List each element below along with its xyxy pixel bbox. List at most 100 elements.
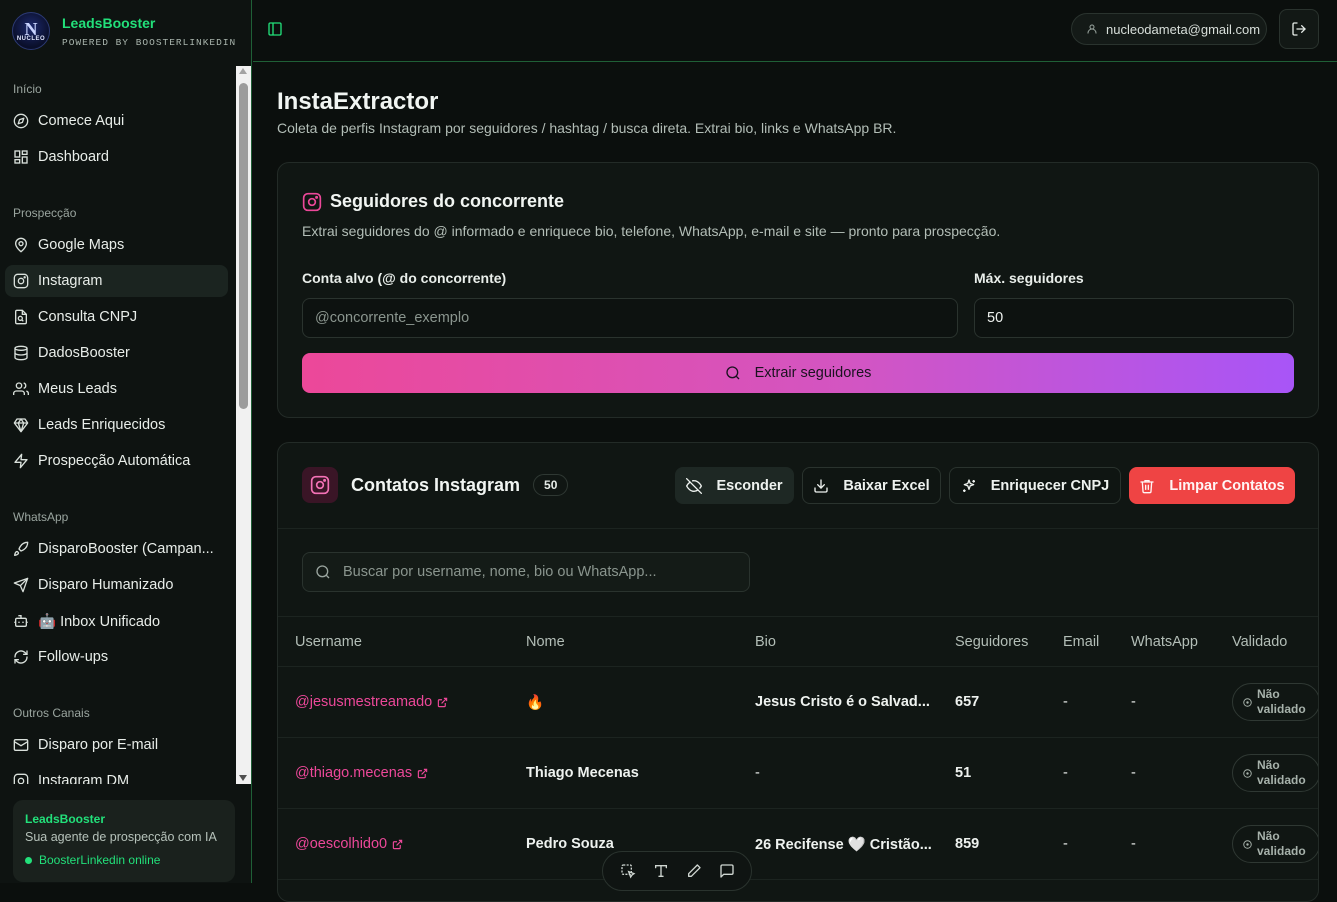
column-header-seguidores[interactable]: Seguidores <box>955 634 1028 650</box>
refresh-icon <box>13 649 29 665</box>
users-icon <box>13 381 29 397</box>
external-link-icon <box>417 768 428 779</box>
scroll-down-arrow[interactable] <box>239 775 247 781</box>
column-header-bio[interactable]: Bio <box>755 634 776 650</box>
external-link-icon <box>437 697 448 708</box>
external-link-icon <box>392 839 403 850</box>
search-icon <box>315 564 331 580</box>
instagram-icon <box>13 773 29 784</box>
circle-dot-icon <box>1243 839 1252 849</box>
sidebar-toggle-icon[interactable] <box>267 21 283 37</box>
sidebar-item-disparo-email[interactable]: Disparo por E-mail <box>5 729 228 761</box>
scroll-up-arrow[interactable] <box>239 68 247 74</box>
column-header-whatsapp[interactable]: WhatsApp <box>1131 634 1198 650</box>
extract-followers-button[interactable]: Extrair seguidores <box>302 353 1294 393</box>
clear-contacts-button[interactable]: Limpar Contatos <box>1129 467 1295 504</box>
gem-icon <box>13 417 29 433</box>
column-header-nome[interactable]: Nome <box>526 634 565 650</box>
eye-off-icon <box>686 477 703 494</box>
sidebar-nav: Início Comece Aqui Dashboard Prospecção … <box>0 66 236 784</box>
mail-icon <box>13 737 29 753</box>
username-link[interactable]: @jesusmestreamado <box>295 694 448 710</box>
enrich-cnpj-button[interactable]: Enriquecer CNPJ <box>949 467 1121 504</box>
sidebar-item-leads-enriquecidos[interactable]: Leads Enriquecidos <box>5 409 228 441</box>
username-link[interactable]: @thiago.mecenas <box>295 765 428 781</box>
cell-seguidores: 859 <box>955 836 980 852</box>
sidebar-item-instagram[interactable]: Instagram <box>5 265 228 297</box>
max-followers-input[interactable]: 50 <box>974 298 1294 338</box>
instagram-icon <box>302 192 322 212</box>
cell-email: - <box>1063 765 1068 781</box>
sidebar-item-dashboard[interactable]: Dashboard <box>5 141 228 173</box>
cell-nome: Thiago Mecenas <box>526 765 639 781</box>
sidebar-item-prospeccao-automatica[interactable]: Prospecção Automática <box>5 445 228 477</box>
brand[interactable]: N NUCLEO LeadsBooster POWERED BY BOOSTER… <box>12 12 236 50</box>
username-link[interactable]: @oescolhido0 <box>295 836 403 852</box>
sidebar-item-follow-ups[interactable]: Follow-ups <box>5 641 228 673</box>
contacts-search-input[interactable]: Buscar por username, nome, bio ou WhatsA… <box>302 552 750 592</box>
target-account-input[interactable]: @concorrente_exemplo <box>302 298 958 338</box>
sidebar-item-meus-leads[interactable]: Meus Leads <box>5 373 228 405</box>
sidebar: N NUCLEO LeadsBooster POWERED BY BOOSTER… <box>0 0 252 883</box>
sidebar-item-disparobooster[interactable]: DisparoBooster (Campan... <box>5 533 228 565</box>
user-email: nucleodameta@gmail.com <box>1106 21 1261 37</box>
cell-whatsapp: - <box>1131 694 1136 710</box>
cell-email: - <box>1063 694 1068 710</box>
extract-card-title: Seguidores do concorrente <box>302 191 564 212</box>
logout-icon <box>1291 21 1307 37</box>
sidebar-item-google-maps[interactable]: Google Maps <box>5 229 228 261</box>
text-tool-icon[interactable] <box>653 863 669 879</box>
validation-status-badge[interactable]: Não validado <box>1232 754 1318 792</box>
status-dot-icon <box>25 856 32 864</box>
cell-seguidores: 51 <box>955 765 972 781</box>
user-chip[interactable]: nucleodameta@gmail.com <box>1071 13 1267 45</box>
dashboard-icon <box>13 149 29 165</box>
cell-nome: Pedro Souza <box>526 836 614 852</box>
cell-whatsapp: - <box>1131 836 1136 852</box>
header-divider <box>278 528 1318 529</box>
sidebar-item-inbox-unificado[interactable]: 🤖 Inbox Unificado <box>5 605 228 637</box>
scroll-thumb[interactable] <box>239 83 248 409</box>
row-divider <box>278 808 1318 809</box>
target-account-label: Conta alvo (@ do concorrente) <box>302 270 507 286</box>
contacts-title: Contatos Instagram <box>351 474 521 495</box>
pen-tool-icon[interactable] <box>686 863 702 879</box>
validation-status-badge[interactable]: Não validado <box>1232 825 1318 863</box>
brand-name: LeadsBooster <box>62 14 156 31</box>
sidebar-item-comece-aqui[interactable]: Comece Aqui <box>5 105 228 137</box>
row-divider <box>278 879 1318 880</box>
comment-icon[interactable] <box>719 863 735 879</box>
table-header-divider <box>278 666 1318 667</box>
validation-status-badge[interactable]: Não validado <box>1232 683 1318 721</box>
circle-dot-icon <box>1243 768 1252 778</box>
nav-section-whatsapp: WhatsApp <box>13 510 69 524</box>
sidebar-item-consulta-cnpj[interactable]: Consulta CNPJ <box>5 301 228 333</box>
column-header-validado[interactable]: Validado <box>1232 634 1287 650</box>
cell-bio: Jesus Cristo é o Salvad... <box>755 694 930 710</box>
hide-button[interactable]: Esconder <box>675 467 794 504</box>
column-header-username[interactable]: Username <box>295 634 362 650</box>
nav-section-outros-canais: Outros Canais <box>13 706 90 720</box>
instagram-icon <box>13 273 29 289</box>
extract-card-description: Extrai seguidores do @ informado e enriq… <box>302 223 1001 239</box>
logout-button[interactable] <box>1279 9 1319 49</box>
sidebar-scrollbar[interactable] <box>236 66 251 784</box>
cell-nome: 🔥 <box>526 695 545 711</box>
sidebar-item-instagram-dm[interactable]: Instagram DM <box>5 765 228 784</box>
select-area-icon[interactable] <box>620 863 636 879</box>
sidebar-item-disparo-humanizado[interactable]: Disparo Humanizado <box>5 569 228 601</box>
contacts-card: Contatos Instagram 50 Esconder Baixar Ex… <box>277 442 1319 902</box>
nav-section-inicio: Início <box>13 82 42 96</box>
brand-logo: N NUCLEO <box>12 12 50 50</box>
promo-subtitle: Sua agente de prospecção com IA <box>25 830 217 844</box>
column-header-email[interactable]: Email <box>1063 634 1099 650</box>
bot-icon <box>13 613 29 629</box>
send-icon <box>13 577 29 593</box>
download-excel-button[interactable]: Baixar Excel <box>802 467 941 504</box>
topbar: nucleodameta@gmail.com <box>253 0 1337 62</box>
sidebar-item-dadosbooster[interactable]: DadosBooster <box>5 337 228 369</box>
cell-seguidores: 657 <box>955 694 980 710</box>
promo-title: LeadsBooster <box>25 812 106 826</box>
cell-bio: 26 Recifense 🤍 Cristão... <box>755 837 932 853</box>
search-icon <box>725 365 741 381</box>
